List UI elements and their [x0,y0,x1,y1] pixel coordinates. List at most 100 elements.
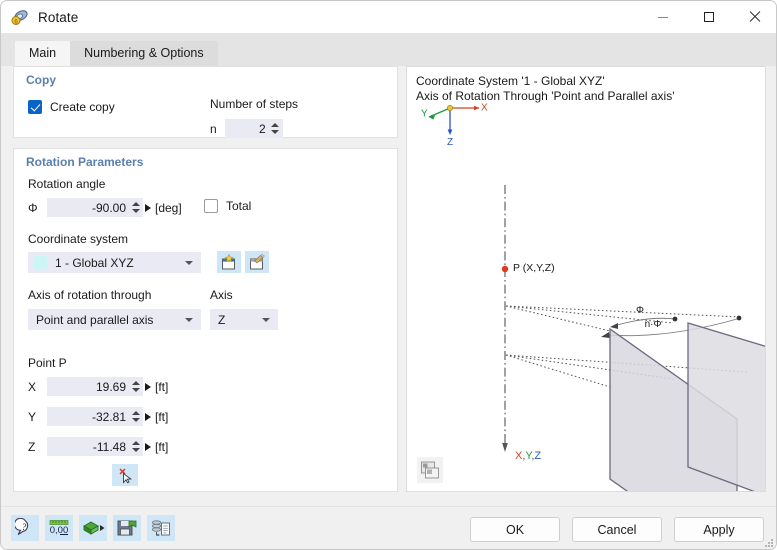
title-bar: 6 Rotate [1,1,776,33]
steps-stepper[interactable] [270,120,281,137]
stepper-down-icon[interactable] [131,388,140,392]
create-copy-row[interactable]: Create copy [28,100,115,114]
total-row[interactable]: Total [204,199,251,213]
point-z-row: Z -11.48 [ft] [28,437,168,456]
save-settings-button[interactable] [113,515,141,541]
rotate-icon: 6 [10,7,30,27]
point-y-unit: [ft] [155,409,169,424]
chevron-down-icon[interactable] [185,317,193,322]
create-copy-label: Create copy [50,100,115,114]
point-z-expand-arrow-icon[interactable] [145,442,151,451]
close-button[interactable] [732,1,776,33]
maximize-button[interactable] [686,1,732,33]
rotation-angle-input[interactable]: -90.00 [47,198,143,217]
axis-of-rotation-label: Axis of rotation through [28,288,152,302]
copy-to-clipboard-icon [151,520,170,537]
apply-button[interactable]: Apply [674,517,764,542]
pick-point-button[interactable] [112,464,138,486]
new-coordinate-system-icon [222,253,235,269]
copy-to-clipboard-button[interactable] [147,515,175,541]
coordinate-system-label: Coordinate system [28,232,129,246]
point-x-label: X [28,379,37,394]
axis-of-rotation-select[interactable]: Point and parallel axis [28,309,201,330]
ok-button[interactable]: OK [470,517,560,542]
image-thumbnail-icon [421,461,439,479]
point-z-value: -11.48 [92,439,126,454]
stepper-up-icon[interactable] [131,411,140,415]
bottom-axis-z: Z [534,450,541,462]
rotation-angle-row: Φ -90.00 [deg] [28,198,182,217]
tab-strip: Main Numbering & Options [1,33,776,66]
rotation-angle-unit: [deg] [155,200,182,215]
svg-text:?: ? [22,522,27,532]
point-z-input[interactable]: -11.48 [47,437,143,456]
bottom-axis-labels: X,Y,Z [515,450,541,462]
edit-coordinate-system-icon [250,253,265,269]
coordinate-system-value: 1 - Global XYZ [55,255,134,270]
stepper-up-icon[interactable] [271,123,280,127]
decimal-places-button[interactable]: 0,00 [45,515,73,541]
number-of-steps-label: Number of steps [210,97,299,111]
tab-numbering-options[interactable]: Numbering & Options [70,41,218,66]
dialog-body: Copy Create copy Number of steps n 2 Rot… [1,66,776,506]
stepper-up-icon[interactable] [131,441,140,445]
minimize-button[interactable] [640,1,686,33]
stepper-down-icon[interactable] [271,130,280,134]
point-x-expand-arrow-icon[interactable] [145,382,151,391]
rotation-angle-label: Rotation angle [28,177,106,191]
edit-coordinate-system-button[interactable] [245,251,269,273]
chevron-down-icon[interactable] [185,260,193,265]
help-info-button[interactable]: ? [11,515,39,541]
pick-point-cursor-icon [119,467,133,484]
plane-step-1 [687,322,765,491]
preview-thumbnail-button[interactable] [417,457,443,483]
maximize-icon [704,12,714,22]
point-y-stepper[interactable] [130,408,141,425]
number-of-steps-row: n 2 [210,119,283,138]
preview-panel: Coordinate System '1 - Global XYZ' Axis o… [406,66,766,492]
axis-of-rotation-value: Point and parallel axis [36,312,154,327]
create-copy-checkbox[interactable] [28,100,42,114]
chevron-down-icon[interactable] [262,317,270,322]
point-y-input[interactable]: -32.81 [47,407,143,426]
coordinate-system-select[interactable]: 1 - Global XYZ [28,252,201,273]
stepper-down-icon[interactable] [131,418,140,422]
cancel-button[interactable]: Cancel [572,517,662,542]
point-p-label: Point P [28,356,67,370]
help-info-icon: ? [15,518,29,535]
stepper-down-icon[interactable] [131,209,140,213]
rotate-dialog: 6 Rotate Main Numbering & Options Copy C… [0,0,777,550]
angle-expand-arrow-icon[interactable] [145,203,151,212]
apply-settings-icon [83,521,105,535]
new-coordinate-system-button[interactable] [217,251,241,273]
axis-value: Z [218,312,226,327]
rotation-preview-graphic: X Y Z P (X,Y,Z) Φ n·Φ X,Y,Z [421,103,765,491]
stepper-up-icon[interactable] [131,202,140,206]
stepper-down-icon[interactable] [131,448,140,452]
rotation-angle-stepper[interactable] [130,199,141,216]
angle-n-phi-label: n·Φ [645,319,662,330]
point-x-input[interactable]: 19.69 [47,377,143,396]
apply-settings-button[interactable] [79,515,107,541]
total-checkbox[interactable] [204,199,218,213]
save-settings-icon [117,520,137,536]
rotation-angle-value: -90.00 [91,200,126,215]
rotation-parameters-group: Rotation Parameters Rotation angle Φ -90… [13,148,398,492]
point-z-stepper[interactable] [130,438,141,455]
angle-phi-label: Φ [636,305,644,316]
dialog-footer: ? 0,00 OK Cancel Apply [1,506,776,549]
point-x-stepper[interactable] [130,378,141,395]
axis-select[interactable]: Z [210,309,278,330]
point-y-expand-arrow-icon[interactable] [145,412,151,421]
resize-grip[interactable] [765,539,774,548]
angle-symbol: Φ [28,200,38,215]
steps-input[interactable]: 2 [224,119,283,138]
svg-text:X: X [481,103,488,114]
minimize-icon [658,16,668,18]
footer-toolbar: ? 0,00 [11,515,175,541]
stepper-up-icon[interactable] [131,381,140,385]
tab-main[interactable]: Main [15,41,71,66]
point-p-text: P (X,Y,Z) [513,262,555,274]
point-y-row: Y -32.81 [ft] [28,407,168,426]
svg-text:Y: Y [421,109,428,120]
